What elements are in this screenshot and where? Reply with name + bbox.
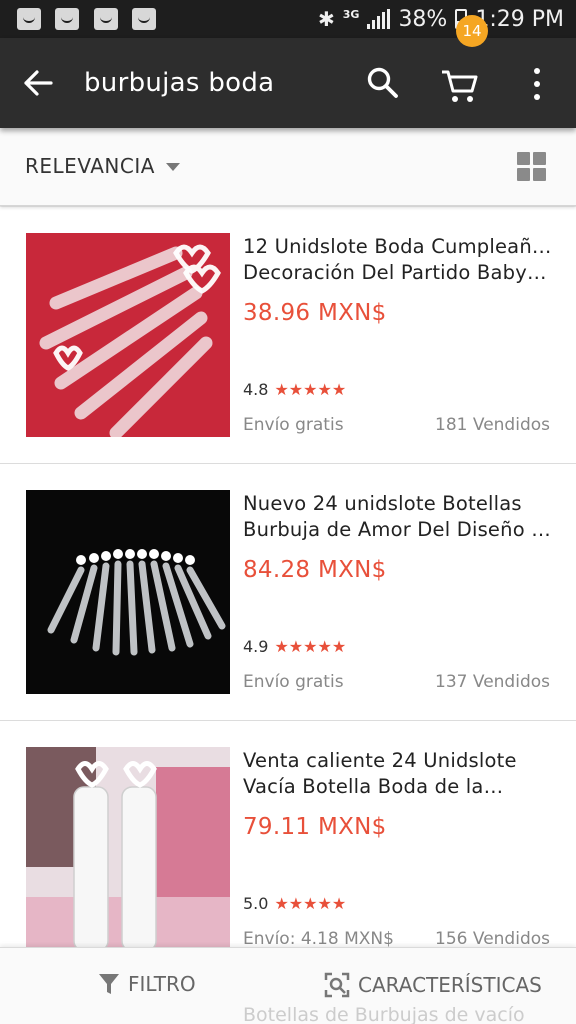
shipping-info: Envío: 4.18 MXN$ [243,929,394,949]
notification-icon [94,8,118,30]
back-arrow-icon[interactable] [22,68,54,98]
product-price: 84.28 MXN$ [243,557,387,583]
product-image[interactable] [26,747,230,951]
sold-count: 137 Vendidos [435,672,550,692]
product-card[interactable]: Venta caliente 24 Unidslote Vacía Botell… [0,721,576,978]
product-list: 12 Unidslote Boda Cumpleaños Decoración … [0,207,576,978]
product-title[interactable]: Nuevo 24 unidslote Botellas Burbuja de A… [243,491,553,543]
product-image[interactable] [26,233,230,437]
app-bar: burbujas boda [0,38,576,128]
notification-icon [132,8,156,30]
chevron-down-icon[interactable] [166,163,180,171]
bluetooth-icon: ✱ [317,7,335,31]
filter-button[interactable]: FILTRO [98,972,196,996]
product-title[interactable]: 12 Unidslote Boda Cumpleaños Decoración … [243,234,553,286]
star-rating-icon: ★★★★★ [274,380,347,399]
star-rating-icon: ★★★★★ [274,894,347,913]
clock: 1:29 PM [475,6,564,32]
product-rating: 5.0 ★★★★★ [243,894,346,913]
search-icon[interactable] [366,66,400,100]
grid-view-icon[interactable] [517,152,546,181]
signal-icon [367,9,391,29]
shipping-info: Envío gratis [243,672,344,692]
cart-icon[interactable] [440,68,480,104]
battery-percent: 38% [398,6,448,32]
status-bar: ✱ 3G 38% 1:29 PM [0,0,576,38]
rating-value: 4.8 [243,380,269,399]
next-product-title-peek: Botellas de Burbujas de vacío [243,1004,525,1024]
network-type: 3G [342,7,360,21]
product-image[interactable] [26,490,230,694]
filter-label: FILTRO [128,972,196,996]
product-rating: 4.8 ★★★★★ [243,380,346,399]
notification-icon [17,8,41,30]
star-rating-icon: ★★★★★ [274,637,347,656]
rating-value: 5.0 [243,894,269,913]
filter-icon [99,974,119,994]
features-label: CARACTERÍSTICAS [358,973,542,997]
sold-count: 181 Vendidos [435,415,550,435]
features-button[interactable]: CARACTERÍSTICAS [324,972,542,998]
search-query-text[interactable]: burbujas boda [84,68,274,98]
notification-icon [55,8,79,30]
status-indicators: ✱ 3G 38% 1:29 PM [318,4,564,34]
product-rating: 4.9 ★★★★★ [243,637,346,656]
more-options-icon[interactable] [530,68,544,100]
sort-bar: RELEVANCIA [0,128,576,206]
sold-count: 156 Vendidos [435,929,550,949]
rating-value: 4.9 [243,637,269,656]
product-card[interactable]: 12 Unidslote Boda Cumpleaños Decoración … [0,207,576,464]
cart-count-badge: 14 [456,15,488,47]
product-card[interactable]: Nuevo 24 unidslote Botellas Burbuja de A… [0,464,576,721]
product-price: 38.96 MXN$ [243,300,387,326]
product-title[interactable]: Venta caliente 24 Unidslote Vacía Botell… [243,748,553,800]
shipping-info: Envío gratis [243,415,344,435]
sort-dropdown[interactable]: RELEVANCIA [25,154,155,178]
product-price: 79.11 MXN$ [243,814,387,840]
features-icon [324,972,350,998]
